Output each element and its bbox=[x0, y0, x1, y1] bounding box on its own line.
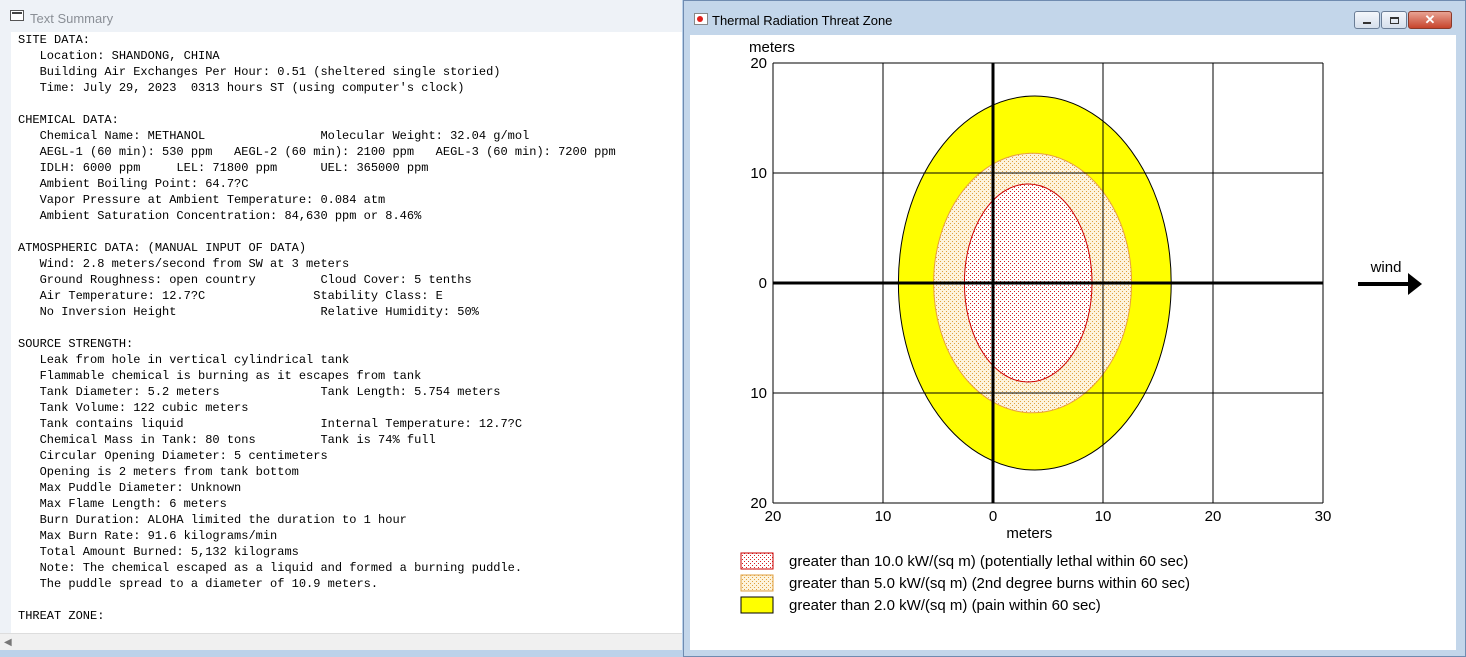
y-axis-label: meters bbox=[749, 39, 795, 56]
legend-label: greater than 2.0 kW/(sq m) (pain within … bbox=[789, 597, 1101, 614]
legend-swatch bbox=[740, 574, 774, 592]
window-icon bbox=[10, 10, 24, 21]
window-border bbox=[0, 650, 682, 657]
horizontal-scrollbar[interactable]: ◀ bbox=[0, 633, 682, 651]
summary-text: SITE DATA: Location: SHANDONG, CHINA Bui… bbox=[18, 33, 616, 623]
plot-area: 20 10 0 10 20 30 20 10 0 10 20 meters meters wind gr… bbox=[690, 35, 1456, 650]
app-icon bbox=[694, 13, 708, 25]
y-tick-label: 10 bbox=[750, 385, 767, 402]
y-tick-label: 10 bbox=[750, 165, 767, 182]
x-tick-label: 10 bbox=[875, 508, 892, 525]
x-tick-label: 30 bbox=[1315, 508, 1332, 525]
x-tick-label: 10 bbox=[1095, 508, 1112, 525]
scroll-left-icon[interactable]: ◀ bbox=[4, 637, 12, 648]
minimize-icon bbox=[1363, 22, 1371, 24]
wind-label: wind bbox=[1370, 259, 1402, 276]
x-axis-label: meters bbox=[1006, 525, 1052, 542]
maximize-icon bbox=[1389, 16, 1399, 24]
window-title: Thermal Radiation Threat Zone bbox=[712, 13, 893, 28]
close-icon: ✕ bbox=[1424, 12, 1436, 27]
y-tick-label: 20 bbox=[750, 55, 767, 72]
wind-arrow-icon bbox=[1408, 273, 1422, 295]
legend-swatch bbox=[740, 552, 774, 570]
legend-swatch bbox=[740, 596, 774, 614]
threat-zone-chart: 20 10 0 10 20 30201001020metersmeters wind gr… bbox=[740, 39, 1422, 614]
minimize-button[interactable] bbox=[1354, 11, 1380, 29]
x-tick-label: 20 bbox=[765, 508, 782, 525]
x-tick-label: 20 bbox=[1205, 508, 1222, 525]
close-button[interactable]: ✕ bbox=[1408, 11, 1452, 29]
y-tick-label: 20 bbox=[750, 495, 767, 512]
summary-text-area[interactable]: SITE DATA: Location: SHANDONG, CHINA Bui… bbox=[11, 32, 682, 633]
maximize-button[interactable] bbox=[1381, 11, 1407, 29]
x-tick-label: 0 bbox=[989, 508, 997, 525]
legend-label: greater than 10.0 kW/(sq m) (potentially… bbox=[789, 553, 1188, 570]
window-title: Text Summary bbox=[30, 11, 114, 26]
y-tick-label: 0 bbox=[759, 275, 767, 292]
threat-zone-window: Thermal Radiation Threat Zone ✕ 20 10 0 … bbox=[683, 0, 1466, 657]
threat-zone-titlebar[interactable]: Thermal Radiation Threat Zone ✕ bbox=[684, 1, 1465, 35]
text-summary-window: Text Summary SITE DATA: Location: SHANDO… bbox=[0, 0, 682, 657]
text-summary-titlebar[interactable]: Text Summary bbox=[0, 0, 682, 32]
legend-label: greater than 5.0 kW/(sq m) (2nd degree b… bbox=[789, 575, 1190, 592]
